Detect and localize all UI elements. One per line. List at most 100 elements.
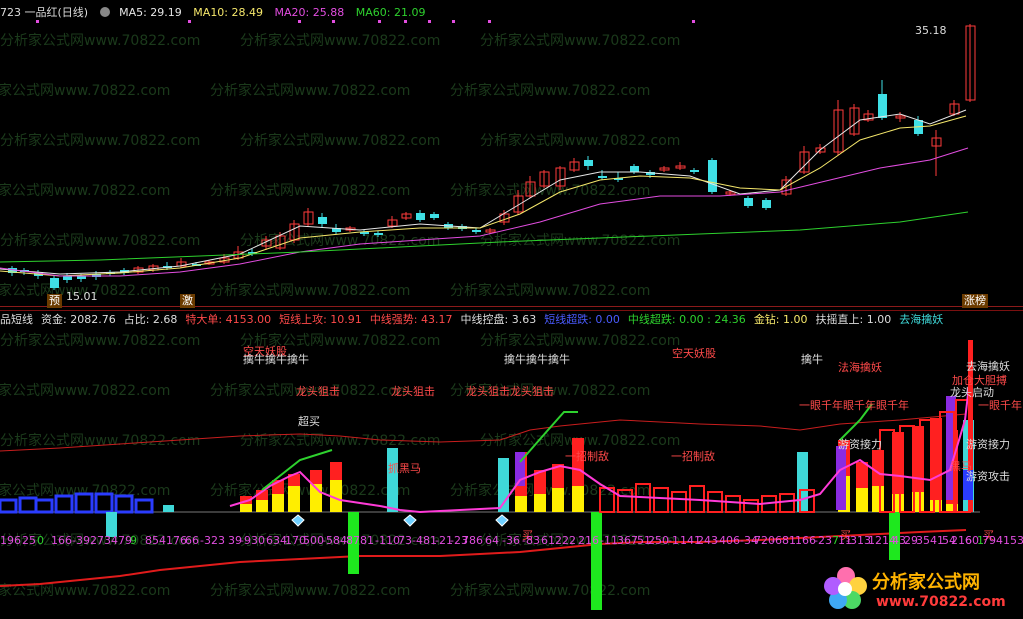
flower-logo-icon (824, 567, 867, 609)
value-cell: -39 (72, 534, 90, 547)
signal-annotation: 擒牛擒牛擒牛 (504, 353, 570, 366)
marker-ji[interactable]: 激 (180, 294, 195, 308)
value-cell: -406 (715, 534, 740, 547)
signal-annotation: 游资接力 (838, 438, 882, 451)
indicator-item: 中线控盘: 3.63 (460, 313, 537, 326)
marker-yu[interactable]: 预 (47, 294, 62, 308)
value-cell: -110 (375, 534, 400, 547)
marker-zhangbang[interactable]: 涨榜 (962, 294, 988, 308)
signal-annotation: 一眼千年 (978, 399, 1022, 412)
signal-annotation: 擒牛 (801, 353, 823, 366)
value-cell: 9 (130, 534, 137, 547)
indicator-item: 中线超跌: 0.00 : 24.36 (627, 313, 746, 326)
yellow-bar (288, 486, 300, 512)
indicator-item: 短线超跌: 0.00 (544, 313, 620, 326)
top-dot-marker (488, 20, 491, 23)
low-price-label: 15.01 (66, 290, 98, 303)
blue-bar (18, 496, 38, 514)
yellow-bar (534, 494, 546, 512)
stock-title[interactable]: 723 一品红(日线) (0, 6, 88, 19)
candle-body (598, 176, 607, 178)
high-price-label: 35.18 (915, 24, 947, 37)
signal-annotation: 法海擒妖 (838, 361, 882, 374)
red-outline-bar (743, 499, 759, 513)
candle-body (63, 276, 72, 280)
yellow-bar (240, 504, 252, 512)
value-cell: -1 (668, 534, 679, 547)
candle-body (762, 200, 771, 208)
signal-annotation: 超买 (298, 415, 320, 428)
cyan-bar (797, 452, 808, 512)
indicator-item: 扶摇直上: 1.00 (815, 313, 892, 326)
value-cell: 79 (982, 534, 996, 547)
value-cell: -83 (522, 534, 540, 547)
indicator-item: 中线强势: 43.17 (369, 313, 453, 326)
red-outline-bar (779, 493, 795, 513)
value-cell: -35 (912, 534, 930, 547)
value-cell: 786 (462, 534, 483, 547)
value-cell: 22 (562, 534, 576, 547)
candle-body (50, 278, 59, 288)
signal-annotation: 空天妖股 (672, 347, 716, 360)
value-cell: -323 (200, 534, 225, 547)
blue-bar (114, 494, 134, 514)
value-cell: -23 (814, 534, 832, 547)
value-cell: -11 (600, 534, 618, 547)
value-cell: 250 (648, 534, 669, 547)
value-cell: 273 (90, 534, 111, 547)
yellow-bar (872, 486, 884, 512)
value-cell: 81 (360, 534, 374, 547)
value-cell: 25 (22, 534, 36, 547)
value-cell: -930 (240, 534, 265, 547)
top-dot-marker (692, 20, 695, 23)
cyan-bar (387, 448, 398, 512)
candle-body (744, 198, 753, 206)
indicator-item: 占比: 2.68 (123, 313, 178, 326)
indicator-item: 短线上攻: 10.91 (279, 313, 362, 326)
value-cell: 87 (346, 534, 360, 547)
top-dot-marker (452, 20, 455, 23)
signal-annotation: 抓黑马 (388, 462, 421, 475)
value-cell: 4153 (996, 534, 1023, 547)
indicator-item: 资金: 2082.76 (41, 313, 116, 326)
signal-annotation: 龙头狙击 (296, 385, 340, 398)
indicator-panel-header: 品短线 资金: 2082.76 占比: 2.68 特大单: 4153.00 短线上攻: … (0, 310, 1023, 328)
candle-body (472, 230, 481, 232)
site-logo: 分析家公式网 www.70822.com (820, 562, 1020, 616)
red-bar (872, 450, 884, 486)
blue-bar (94, 492, 114, 514)
ma5-label: MA5: 29.19 (119, 6, 182, 19)
signal-annotation: 龙头狙击龙头狙击 (466, 385, 554, 398)
red-bar (856, 462, 868, 488)
red-outline-bar (671, 491, 687, 513)
ma5-line (0, 109, 967, 275)
candle-body (374, 233, 383, 235)
ma20-label: MA20: 25.88 (274, 6, 345, 19)
value-cell: 66 (185, 534, 199, 547)
candle-body (708, 160, 717, 192)
value-cell: 367 (617, 534, 638, 547)
signal-annotation: 一招制敌 (671, 450, 715, 463)
candle-body (584, 160, 593, 166)
value-cell: 634 (266, 534, 287, 547)
diamond-marker (403, 514, 417, 527)
blue-bar (34, 498, 54, 514)
yellow-bar (272, 494, 284, 512)
candle-body (318, 217, 327, 224)
red-outline-bar (617, 489, 633, 513)
value-cell: -36 (502, 534, 520, 547)
yellow-bar (515, 496, 527, 512)
red-outline-bar (725, 495, 741, 513)
value-cell: 166 (795, 534, 816, 547)
price-panel-header: 723 一品红(日线) MA5: 29.19 MA10: 28.49 MA20:… (0, 5, 433, 21)
ma10-label: MA10: 28.49 (193, 6, 264, 19)
value-cell: 500 (303, 534, 324, 547)
signal-annotation: 游资攻击 (966, 470, 1010, 483)
blue-bar (54, 494, 74, 514)
settings-icon[interactable] (99, 7, 110, 17)
value-cell: 166 (51, 534, 72, 547)
signal-annotation: 龙头狙击 (391, 385, 435, 398)
red-outline-bar (653, 487, 669, 513)
diamond-marker (495, 514, 509, 527)
indicator-item: 去海擒妖 (899, 313, 944, 326)
